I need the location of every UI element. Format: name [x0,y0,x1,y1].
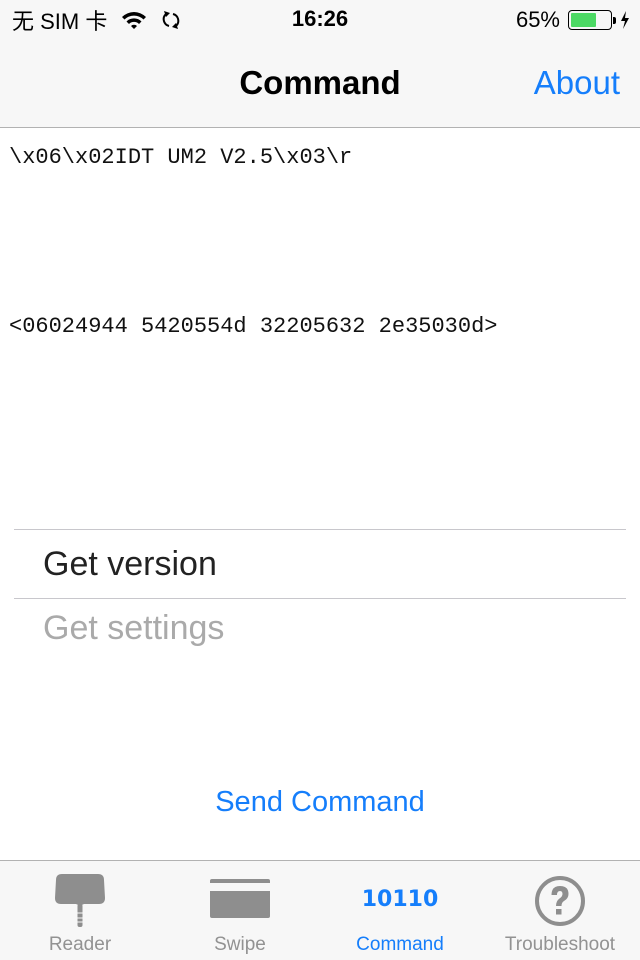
picker-item-get-settings[interactable]: Get settings [14,599,626,659]
tab-bar: Reader Swipe 10110 Command Troubleshoot [0,860,640,960]
binary-icon: 10110 [361,887,439,912]
response-hex-text: <06024944 5420554d 32205632 2e35030d> [9,314,498,339]
battery-fill [571,13,596,27]
about-button[interactable]: About [534,64,620,102]
tab-label-reader: Reader [48,934,112,955]
navigation-bar: Command About [0,40,640,128]
tab-command[interactable]: 10110 Command [320,861,480,960]
question-circle-icon [535,876,585,926]
battery-icon [568,10,612,30]
status-bar: 无 SIM 卡 16:26 65% [0,0,640,40]
tab-reader[interactable]: Reader [0,861,160,960]
card-reader-icon [55,874,105,927]
status-right: 65% [516,6,630,34]
battery-tip [613,16,616,24]
tab-label-command: Command [356,934,444,955]
credit-card-icon [210,879,270,918]
picker-item-get-version[interactable]: Get version [14,530,626,598]
send-command-button[interactable]: Send Command [0,786,640,819]
tab-swipe[interactable]: Swipe [160,861,320,960]
battery-percent: 65% [515,7,560,32]
tab-troubleshoot[interactable]: Troubleshoot [480,861,640,960]
response-ascii-text: \x06\x02IDT UM2 V2.5\x03\r [9,145,353,170]
tab-label-swipe: Swipe [214,934,266,955]
command-picker[interactable]: Get version Get settings [14,529,626,659]
tab-label-troubleshoot: Troubleshoot [504,934,616,955]
bolt-icon [621,11,629,29]
